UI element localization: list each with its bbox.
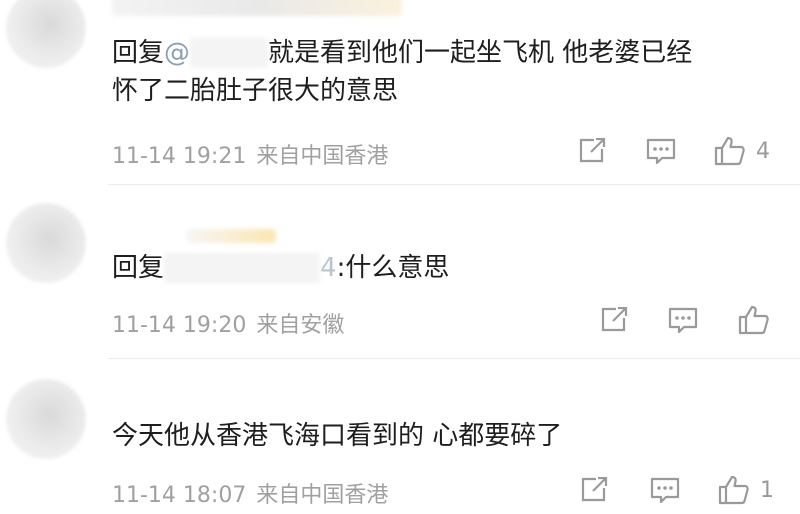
comment-text: 回复@ 就是看到他们一起坐飞机 他老婆已经 怀了二胎肚子很大的意思	[112, 38, 693, 106]
comment-button[interactable]	[650, 477, 680, 505]
comment-button[interactable]	[646, 138, 676, 166]
like-button[interactable]: 1	[718, 475, 774, 505]
share-button[interactable]	[578, 138, 606, 164]
like-icon	[738, 305, 770, 335]
comment-item-3: 今天他从香港飞海口看到的 心都要碎了 11-14 18:07 来自中国香港 1	[0, 359, 800, 514]
comment-icon	[650, 477, 680, 505]
username-blurred[interactable]	[186, 229, 276, 243]
location-source: 来自安徽	[256, 313, 345, 338]
like-icon	[718, 475, 750, 505]
avatar[interactable]	[6, 203, 86, 283]
comment-icon	[646, 138, 676, 166]
mention-name-blurred[interactable]	[164, 253, 321, 283]
comment-button[interactable]	[668, 307, 698, 335]
share-icon	[578, 138, 606, 164]
reply-prefix: 回复	[112, 38, 165, 68]
avatar[interactable]	[6, 379, 86, 459]
avatar[interactable]	[6, 0, 86, 68]
timestamp: 11-14 18:07	[112, 483, 247, 508]
share-icon	[580, 477, 608, 503]
comment-meta: 11-14 18:07 来自中国香港	[112, 477, 388, 509]
share-button[interactable]	[580, 477, 608, 503]
comment-text: 回复 4:什么意思	[112, 253, 450, 283]
location-source: 来自中国香港	[256, 144, 389, 169]
username-blurred[interactable]	[112, 0, 402, 16]
share-button[interactable]	[600, 307, 628, 333]
location-source: 来自中国香港	[256, 483, 389, 508]
comment-item-1: 回复@ 就是看到他们一起坐飞机 他老婆已经 怀了二胎肚子很大的意思 11-14 …	[0, 0, 800, 184]
comment-text: 今天他从香港飞海口看到的 心都要碎了	[112, 421, 563, 451]
comment-meta: 11-14 19:20 来自安徽	[112, 307, 344, 339]
like-count: 1	[760, 477, 774, 503]
timestamp: 11-14 19:20	[112, 313, 247, 338]
like-count: 4	[756, 138, 770, 164]
comment-icon	[668, 307, 698, 335]
mention-tail[interactable]: 4	[320, 253, 337, 283]
reply-prefix: 回复	[112, 253, 165, 283]
comment-item-2: 回复 4:什么意思 11-14 19:20 来自安徽	[0, 185, 800, 359]
like-button[interactable]: 4	[714, 136, 770, 166]
comment-meta: 11-14 19:21 来自中国香港	[112, 138, 388, 170]
mention-link[interactable]: @	[164, 38, 190, 68]
like-icon	[714, 136, 746, 166]
share-icon	[600, 307, 628, 333]
timestamp: 11-14 19:21	[112, 144, 247, 169]
like-button[interactable]	[738, 305, 770, 335]
mention-name-blurred[interactable]	[190, 38, 269, 68]
